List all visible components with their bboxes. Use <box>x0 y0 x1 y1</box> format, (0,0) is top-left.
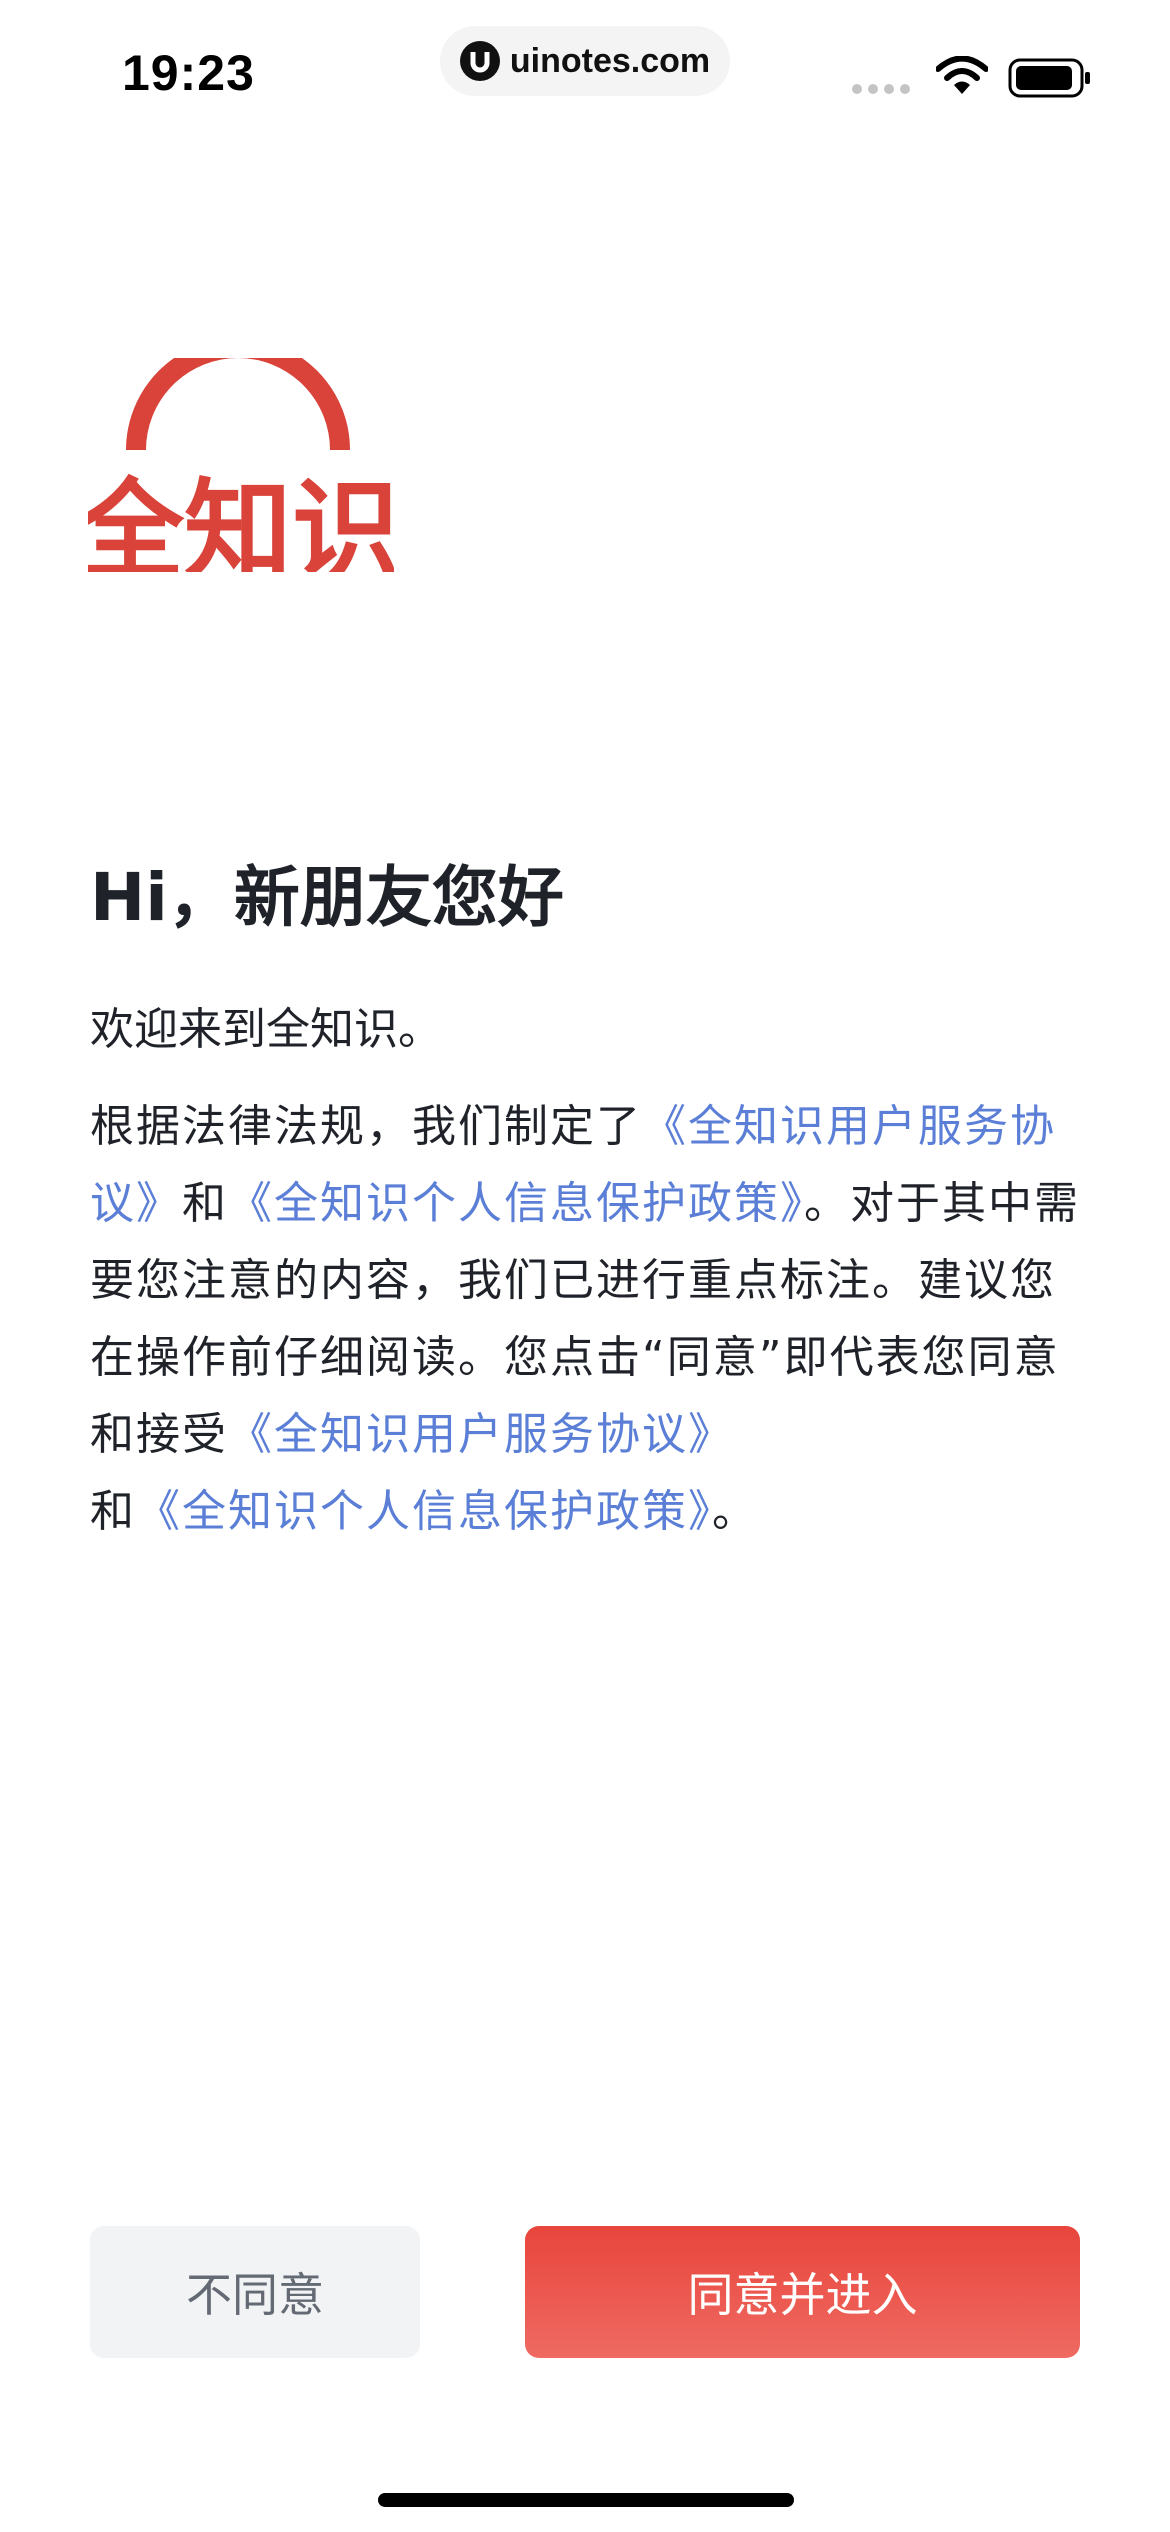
welcome-text: 欢迎来到全知识。 <box>90 1004 442 1055</box>
agreement-and-2: 和 <box>90 1486 136 1537</box>
logo-text: 全知识 <box>88 469 394 572</box>
wifi-icon <box>936 56 988 94</box>
signal-icon <box>852 84 910 94</box>
status-time: 19:23 <box>122 45 255 101</box>
url-text: uinotes.com <box>509 41 711 80</box>
privacy-policy-link-2[interactable]: 《全知识个人信息保护政策》 <box>136 1486 712 1537</box>
app-logo: 全知识 <box>88 358 394 572</box>
user-agreement-link-2[interactable]: 《全知识用户服务协议》 <box>228 1409 734 1460</box>
agreement-and-1: 和 <box>182 1178 228 1229</box>
disagree-button[interactable]: 不同意 <box>90 2226 420 2358</box>
agreement-end: 。 <box>712 1486 758 1537</box>
agreement-text: 根据法律法规，我们制定了《全知识用户服务协议》和《全知识个人信息保护政策》。对于… <box>90 1088 1085 1550</box>
battery-icon <box>1008 58 1090 98</box>
privacy-policy-link[interactable]: 《全知识个人信息保护政策》 <box>228 1178 804 1229</box>
site-logo-icon <box>459 41 500 81</box>
agree-and-enter-button[interactable]: 同意并进入 <box>525 2226 1080 2358</box>
status-bar: 19:23 uinotes.com <box>0 0 1170 140</box>
home-indicator[interactable] <box>378 2493 794 2507</box>
agreement-text-part1: 根据法律法规，我们制定了 <box>90 1101 642 1152</box>
url-pill[interactable]: uinotes.com <box>440 26 730 96</box>
greeting-title: Hi，新朋友您好 <box>90 859 564 936</box>
